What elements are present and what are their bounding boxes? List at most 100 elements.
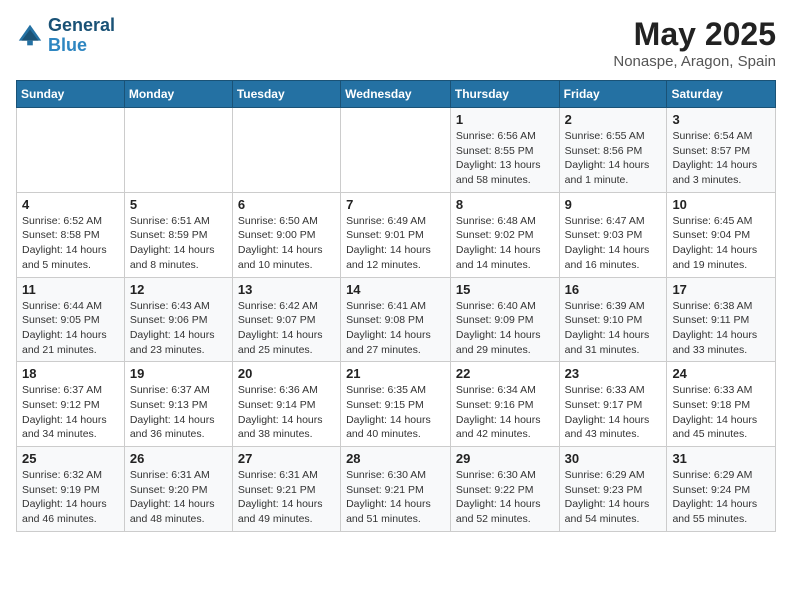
weekday-header: Wednesday: [341, 81, 451, 108]
day-info: Sunrise: 6:39 AMSunset: 9:10 PMDaylight:…: [565, 299, 662, 358]
day-number: 2: [565, 112, 662, 127]
calendar-cell: 21Sunrise: 6:35 AMSunset: 9:15 PMDayligh…: [341, 362, 451, 447]
logo-text: General Blue: [48, 16, 115, 56]
day-number: 8: [456, 197, 554, 212]
day-number: 10: [672, 197, 770, 212]
calendar-cell: 9Sunrise: 6:47 AMSunset: 9:03 PMDaylight…: [559, 192, 667, 277]
calendar-cell: 30Sunrise: 6:29 AMSunset: 9:23 PMDayligh…: [559, 447, 667, 532]
calendar-cell: 28 Sunrise: 6:30 AMSunset: 9:21 PMDayligh…: [341, 447, 451, 532]
day-info: Sunrise: 6:52 AMSunset: 8:58 PMDaylight:…: [22, 214, 119, 273]
logo: General Blue: [16, 16, 115, 56]
calendar-cell: 11 Sunrise: 6:44 AMSunset: 9:05 PMDayligh…: [17, 277, 125, 362]
day-info: Sunrise: 6:50 AMSunset: 9:00 PMDaylight:…: [238, 214, 335, 273]
calendar-table: SundayMondayTuesdayWednesdayThursdayFrid…: [16, 80, 776, 532]
calendar-cell: 13Sunrise: 6:42 AMSunset: 9:07 PMDayligh…: [232, 277, 340, 362]
calendar-cell: 23Sunrise: 6:33 AMSunset: 9:17 PMDayligh…: [559, 362, 667, 447]
calendar-cell: 31 Sunrise: 6:29 AMSunset: 9:24 PMDayligh…: [667, 447, 776, 532]
day-number: 1: [456, 112, 554, 127]
day-number: 28: [346, 451, 445, 466]
day-number: 19: [130, 366, 227, 381]
calendar-week-row: 25 Sunrise: 6:32 AMSunset: 9:19 PMDayligh…: [17, 447, 776, 532]
weekday-header: Sunday: [17, 81, 125, 108]
day-info: Sunrise: 6:43 AMSunset: 9:06 PMDaylight:…: [130, 299, 227, 358]
day-number: 16: [565, 282, 662, 297]
day-info: Sunrise: 6:29 AMSunset: 9:24 PMDaylight:…: [672, 468, 770, 527]
day-number: 24: [672, 366, 770, 381]
day-info: Sunrise: 6:41 AMSunset: 9:08 PMDaylight:…: [346, 299, 445, 358]
day-info: Sunrise: 6:30 AMSunset: 9:22 PMDaylight:…: [456, 468, 554, 527]
day-info: Sunrise: 6:34 AMSunset: 9:16 PMDaylight:…: [456, 383, 554, 442]
day-number: 11: [22, 282, 119, 297]
day-number: 17: [672, 282, 770, 297]
day-number: 12: [130, 282, 227, 297]
day-info: Sunrise: 6:42 AMSunset: 9:07 PMDaylight:…: [238, 299, 335, 358]
day-info: Sunrise: 6:32 AMSunset: 9:19 PMDaylight:…: [22, 468, 119, 527]
day-info: Sunrise: 6:37 AMSunset: 9:13 PMDaylight:…: [130, 383, 227, 442]
weekday-header: Monday: [124, 81, 232, 108]
calendar-header: SundayMondayTuesdayWednesdayThursdayFrid…: [17, 81, 776, 108]
day-info: Sunrise: 6:31 AMSunset: 9:20 PMDaylight:…: [130, 468, 227, 527]
calendar-cell: [124, 108, 232, 193]
location: Nonaspe, Aragon, Spain: [613, 53, 776, 70]
day-number: 25: [22, 451, 119, 466]
weekday-header: Tuesday: [232, 81, 340, 108]
day-number: 15: [456, 282, 554, 297]
calendar-cell: 26 Sunrise: 6:31 AMSunset: 9:20 PMDayligh…: [124, 447, 232, 532]
day-number: 21: [346, 366, 445, 381]
day-info: Sunrise: 6:36 AMSunset: 9:14 PMDaylight:…: [238, 383, 335, 442]
day-number: 26: [130, 451, 227, 466]
calendar-cell: 12 Sunrise: 6:43 AMSunset: 9:06 PMDayligh…: [124, 277, 232, 362]
calendar-cell: [232, 108, 340, 193]
calendar-cell: [17, 108, 125, 193]
calendar-week-row: 4Sunrise: 6:52 AMSunset: 8:58 PMDaylight…: [17, 192, 776, 277]
calendar-cell: 4Sunrise: 6:52 AMSunset: 8:58 PMDaylight…: [17, 192, 125, 277]
day-info: Sunrise: 6:31 AMSunset: 9:21 PMDaylight:…: [238, 468, 335, 527]
calendar-cell: [341, 108, 451, 193]
day-info: Sunrise: 6:38 AMSunset: 9:11 PMDaylight:…: [672, 299, 770, 358]
day-number: 20: [238, 366, 335, 381]
calendar-cell: 17 Sunrise: 6:38 AMSunset: 9:11 PMDayligh…: [667, 277, 776, 362]
day-number: 27: [238, 451, 335, 466]
calendar-cell: 25 Sunrise: 6:32 AMSunset: 9:19 PMDayligh…: [17, 447, 125, 532]
calendar-cell: 14 Sunrise: 6:41 AMSunset: 9:08 PMDayligh…: [341, 277, 451, 362]
page-header: General Blue May 2025 Nonaspe, Aragon, S…: [16, 16, 776, 70]
calendar-cell: 22Sunrise: 6:34 AMSunset: 9:16 PMDayligh…: [450, 362, 559, 447]
day-number: 30: [565, 451, 662, 466]
calendar-cell: 8 Sunrise: 6:48 AMSunset: 9:02 PMDaylight…: [450, 192, 559, 277]
day-info: Sunrise: 6:56 AMSunset: 8:55 PMDaylight:…: [456, 129, 554, 188]
day-number: 29: [456, 451, 554, 466]
calendar-cell: 27 Sunrise: 6:31 AMSunset: 9:21 PMDayligh…: [232, 447, 340, 532]
day-number: 14: [346, 282, 445, 297]
calendar-cell: 15 Sunrise: 6:40 AMSunset: 9:09 PMDayligh…: [450, 277, 559, 362]
day-number: 6: [238, 197, 335, 212]
month-title: May 2025: [613, 16, 776, 53]
calendar-cell: 3Sunrise: 6:54 AMSunset: 8:57 PMDaylight…: [667, 108, 776, 193]
day-info: Sunrise: 6:30 AMSunset: 9:21 PMDaylight:…: [346, 468, 445, 527]
day-number: 31: [672, 451, 770, 466]
day-info: Sunrise: 6:51 AMSunset: 8:59 PMDaylight:…: [130, 214, 227, 273]
calendar-cell: 20 Sunrise: 6:36 AMSunset: 9:14 PMDayligh…: [232, 362, 340, 447]
day-info: Sunrise: 6:55 AMSunset: 8:56 PMDaylight:…: [565, 129, 662, 188]
day-info: Sunrise: 6:49 AMSunset: 9:01 PMDaylight:…: [346, 214, 445, 273]
calendar-week-row: 11 Sunrise: 6:44 AMSunset: 9:05 PMDayligh…: [17, 277, 776, 362]
day-info: Sunrise: 6:44 AMSunset: 9:05 PMDaylight:…: [22, 299, 119, 358]
calendar-cell: 24Sunrise: 6:33 AMSunset: 9:18 PMDayligh…: [667, 362, 776, 447]
title-block: May 2025 Nonaspe, Aragon, Spain: [613, 16, 776, 70]
day-number: 7: [346, 197, 445, 212]
day-info: Sunrise: 6:40 AMSunset: 9:09 PMDaylight:…: [456, 299, 554, 358]
calendar-week-row: 18Sunrise: 6:37 AMSunset: 9:12 PMDayligh…: [17, 362, 776, 447]
day-info: Sunrise: 6:33 AMSunset: 9:17 PMDaylight:…: [565, 383, 662, 442]
weekday-header: Thursday: [450, 81, 559, 108]
calendar-week-row: 1 Sunrise: 6:56 AMSunset: 8:55 PMDaylight…: [17, 108, 776, 193]
day-info: Sunrise: 6:45 AMSunset: 9:04 PMDaylight:…: [672, 214, 770, 273]
calendar-cell: 7 Sunrise: 6:49 AMSunset: 9:01 PMDaylight…: [341, 192, 451, 277]
day-number: 3: [672, 112, 770, 127]
calendar-cell: 18Sunrise: 6:37 AMSunset: 9:12 PMDayligh…: [17, 362, 125, 447]
day-info: Sunrise: 6:48 AMSunset: 9:02 PMDaylight:…: [456, 214, 554, 273]
logo-icon: [16, 22, 44, 50]
day-info: Sunrise: 6:37 AMSunset: 9:12 PMDaylight:…: [22, 383, 119, 442]
calendar-cell: 6 Sunrise: 6:50 AMSunset: 9:00 PMDaylight…: [232, 192, 340, 277]
weekday-header: Friday: [559, 81, 667, 108]
day-info: Sunrise: 6:47 AMSunset: 9:03 PMDaylight:…: [565, 214, 662, 273]
calendar-cell: 19 Sunrise: 6:37 AMSunset: 9:13 PMDayligh…: [124, 362, 232, 447]
